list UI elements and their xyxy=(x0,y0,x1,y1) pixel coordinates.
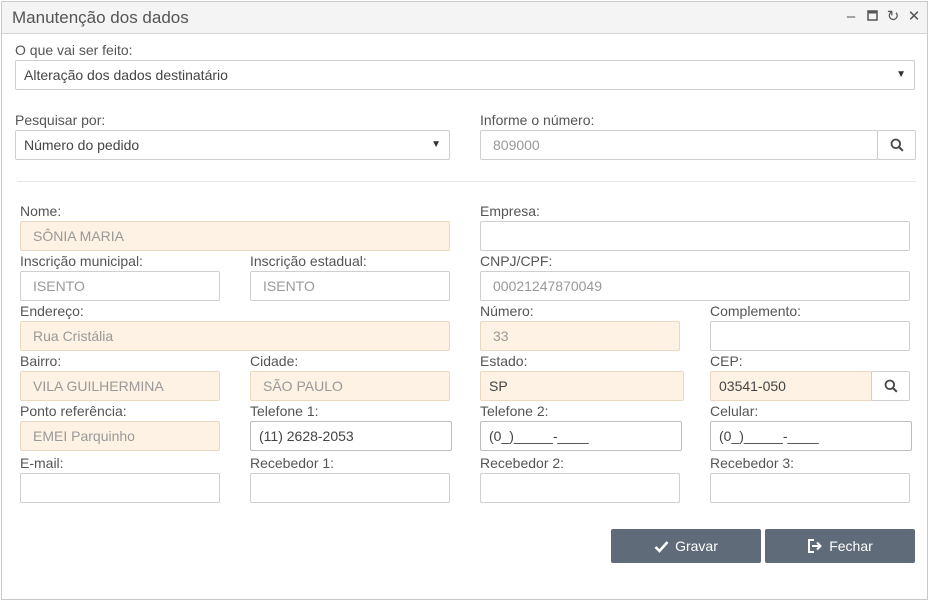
section-divider xyxy=(17,181,916,182)
ponto-field: EMEI Parquinho xyxy=(20,421,220,451)
tel2-label: Telefone 2: xyxy=(480,403,549,419)
email-field[interactable] xyxy=(20,473,220,503)
insc-mun-label: Inscrição municipal: xyxy=(20,253,143,269)
cnpj-label: CNPJ/CPF: xyxy=(480,253,553,269)
numero-label: Número: xyxy=(480,303,534,319)
minimize-icon[interactable]: – xyxy=(841,7,861,27)
cidade-label: Cidade: xyxy=(250,353,299,369)
receb1-label: Recebedor 1: xyxy=(250,455,335,471)
search-icon xyxy=(884,379,898,393)
search-number-button[interactable] xyxy=(877,130,916,160)
complemento-field[interactable] xyxy=(710,321,910,351)
close-icon[interactable]: ✕ xyxy=(904,7,924,27)
receb1-field[interactable] xyxy=(250,473,450,503)
receb2-field[interactable] xyxy=(480,473,680,503)
bairro-field: VILA GUILHERMINA xyxy=(20,371,220,401)
cep-field[interactable]: 03541-050 xyxy=(710,371,872,401)
action-select[interactable]: Alteração dos dados destinatário ▼ xyxy=(15,60,915,90)
celular-label: Celular: xyxy=(710,403,759,419)
nome-label: Nome: xyxy=(20,203,62,219)
insc-est-label: Inscrição estadual: xyxy=(250,253,367,269)
complemento-label: Complemento: xyxy=(710,303,802,319)
title-bar: Manutenção dos dados – ↻ ✕ xyxy=(2,2,927,34)
endereco-label: Endereço: xyxy=(20,303,84,319)
close-button[interactable]: Fechar xyxy=(765,529,915,563)
number-label: Informe o número: xyxy=(480,112,595,128)
estado-field[interactable]: SP xyxy=(480,371,684,401)
close-button-label: Fechar xyxy=(829,538,873,554)
save-button-label: Gravar xyxy=(675,538,718,554)
tel1-label: Telefone 1: xyxy=(250,403,319,419)
receb3-field[interactable] xyxy=(710,473,910,503)
search-cep-button[interactable] xyxy=(871,371,910,401)
chevron-down-icon: ▼ xyxy=(896,69,906,80)
insc-mun-field[interactable]: ISENTO xyxy=(20,271,220,301)
bairro-label: Bairro: xyxy=(20,353,62,369)
dialog-title: Manutenção dos dados xyxy=(12,8,189,27)
action-value: Alteração dos dados destinatário xyxy=(24,67,228,83)
search-by-select[interactable]: Número do pedido ▼ xyxy=(15,130,450,160)
insc-est-field[interactable]: ISENTO xyxy=(250,271,450,301)
search-by-value: Número do pedido xyxy=(24,137,140,153)
sign-out-icon xyxy=(808,539,823,553)
refresh-icon[interactable]: ↻ xyxy=(883,7,903,27)
receb2-label: Recebedor 2: xyxy=(480,455,565,471)
numero-field: 33 xyxy=(480,321,680,351)
maximize-icon[interactable] xyxy=(862,7,882,27)
save-button[interactable]: Gravar xyxy=(611,529,761,563)
empresa-field[interactable] xyxy=(480,221,910,251)
ponto-label: Ponto referência: xyxy=(20,403,127,419)
search-by-label: Pesquisar por: xyxy=(15,112,106,128)
nome-field: SÔNIA MARIA xyxy=(20,221,450,251)
cep-label: CEP: xyxy=(710,353,743,369)
tel1-field[interactable]: (11) 2628-2053 xyxy=(250,421,452,451)
tel2-field[interactable]: (0_)_____-____ xyxy=(480,421,682,451)
chevron-down-icon: ▼ xyxy=(431,139,441,150)
cidade-field: SÃO PAULO xyxy=(250,371,450,401)
check-icon xyxy=(654,540,669,553)
estado-label: Estado: xyxy=(480,353,528,369)
cnpj-field[interactable]: 00021247870049 xyxy=(480,271,910,301)
endereco-field: Rua Cristália xyxy=(20,321,450,351)
receb3-label: Recebedor 3: xyxy=(710,455,795,471)
email-label: E-mail: xyxy=(20,455,64,471)
action-label: O que vai ser feito: xyxy=(15,42,133,58)
celular-field[interactable]: (0_)_____-____ xyxy=(710,421,912,451)
empresa-label: Empresa: xyxy=(480,203,540,219)
search-icon xyxy=(890,138,904,152)
number-input[interactable]: 809000 xyxy=(480,130,878,160)
maintenance-dialog: Manutenção dos dados – ↻ ✕ O que vai ser… xyxy=(1,1,928,600)
